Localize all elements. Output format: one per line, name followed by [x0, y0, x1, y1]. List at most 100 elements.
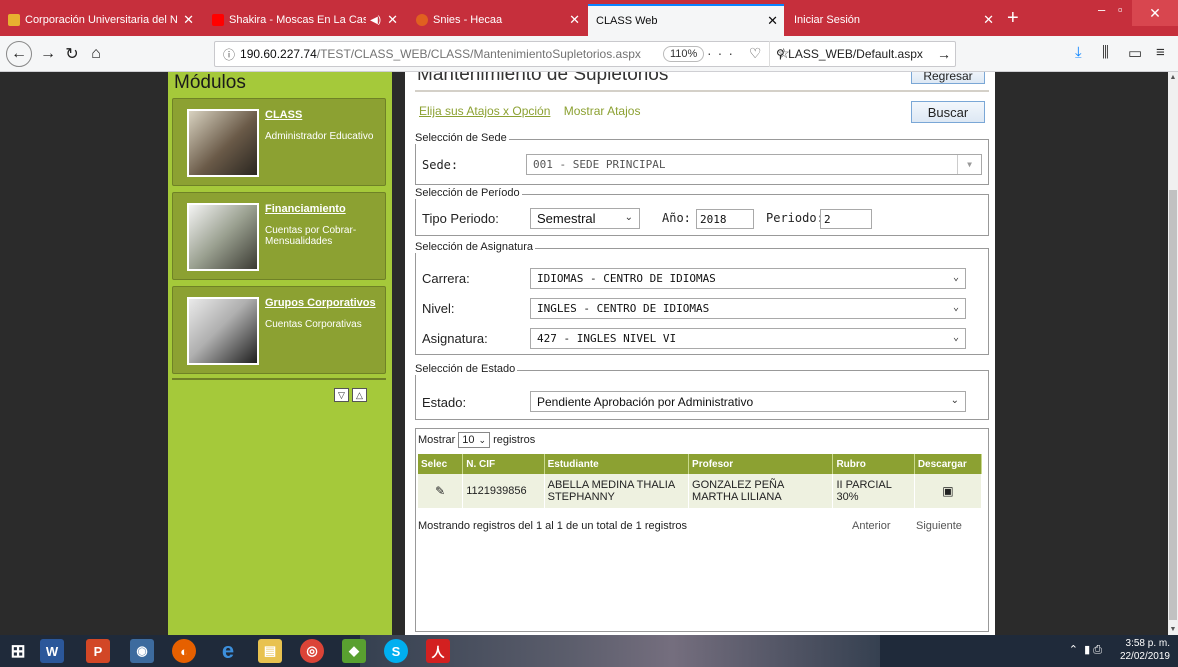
- module-class[interactable]: CLASS Administrador Educativo: [172, 98, 386, 186]
- fieldset-legend: Selección de Estado: [415, 363, 518, 375]
- page-scrollbar[interactable]: ▲ ▼: [1168, 72, 1178, 635]
- anterior-button[interactable]: Anterior: [852, 520, 891, 532]
- word-icon[interactable]: W: [40, 639, 64, 663]
- url-bar[interactable]: ⓘ 190.60.227.74 /TEST/CLASS_WEB/CLASS/Ma…: [214, 41, 956, 67]
- clock[interactable]: 3:58 p. m. 22/02/2019: [1120, 637, 1170, 663]
- chevron-down-icon[interactable]: ▽: [334, 388, 349, 402]
- elija-atajos-link[interactable]: Elija sus Atajos x Opción: [419, 104, 550, 118]
- library-icon[interactable]: ⫼: [1102, 44, 1109, 61]
- scrollbar-thumb[interactable]: [1169, 190, 1177, 620]
- siguiente-button[interactable]: Siguiente: [916, 520, 962, 532]
- menu-icon[interactable]: ≡: [1156, 44, 1165, 61]
- windows-start-icon[interactable]: ⊞: [6, 639, 30, 663]
- chevron-up-icon[interactable]: ▲: [1168, 74, 1178, 81]
- fieldset-legend: Selección de Período: [415, 187, 522, 199]
- asignatura-select[interactable]: 427 - INGLES NIVEL VI ⌄: [530, 328, 966, 349]
- chevron-down-icon: ▼: [957, 155, 981, 174]
- mostrar-atajos-link[interactable]: Mostrar Atajos: [564, 104, 641, 118]
- close-icon[interactable]: ✕: [569, 12, 580, 28]
- module-image: [187, 109, 259, 177]
- column-header[interactable]: Descargar: [914, 454, 983, 474]
- forward-button[interactable]: →: [36, 43, 60, 65]
- tab-corporacion[interactable]: Corporación Universitaria del N ✕: [0, 4, 200, 36]
- close-icon[interactable]: ✕: [183, 12, 194, 28]
- maximize-icon[interactable]: ▫: [1118, 2, 1123, 17]
- info-icon[interactable]: ⓘ: [223, 46, 235, 63]
- tab-label: CLASS Web: [596, 15, 658, 27]
- module-title[interactable]: Financiamiento: [265, 203, 346, 215]
- acrobat-icon[interactable]: 人: [426, 639, 450, 663]
- new-tab-button[interactable]: +: [1007, 6, 1019, 30]
- column-header[interactable]: Rubro: [832, 454, 915, 474]
- database-icon[interactable]: ◉: [130, 639, 154, 663]
- arrow-right-icon[interactable]: →: [937, 46, 951, 62]
- module-grupos-corporativos[interactable]: Grupos Corporativos Cuentas Corporativas: [172, 286, 386, 374]
- back-button[interactable]: ←: [6, 41, 32, 67]
- home-button[interactable]: ⌂: [84, 43, 108, 65]
- chevron-up-icon[interactable]: △: [352, 388, 367, 402]
- nivel-label: Nivel:: [422, 301, 455, 316]
- powerpoint-icon[interactable]: P: [86, 639, 110, 663]
- tab-label: Corporación Universitaria del N: [25, 14, 178, 26]
- estado-select[interactable]: Pendiente Aprobación por Administrativo …: [530, 391, 966, 412]
- speaker-icon[interactable]: ◀): [370, 15, 381, 26]
- column-header[interactable]: N. CIF: [462, 454, 545, 474]
- page-size-select[interactable]: 10 ⌄: [458, 432, 491, 448]
- column-header[interactable]: Selec: [418, 454, 464, 474]
- download-icon[interactable]: ⤓: [1075, 44, 1082, 61]
- firefox-icon[interactable]: ◐: [172, 639, 196, 663]
- close-icon[interactable]: ✕: [767, 13, 778, 29]
- reload-button[interactable]: ↻: [60, 43, 84, 65]
- file-explorer-icon[interactable]: ▤: [258, 639, 282, 663]
- modules-sidebar: Módulos CLASS Administrador Educativo Fi…: [168, 72, 392, 635]
- internet-explorer-icon[interactable]: e: [216, 638, 240, 663]
- window-close-button[interactable]: ✕: [1132, 0, 1178, 26]
- tipo-periodo-value: Semestral: [537, 211, 596, 226]
- pencil-icon[interactable]: ✎: [418, 474, 464, 508]
- close-icon[interactable]: ✕: [387, 12, 398, 28]
- chevron-down-icon[interactable]: ▼: [1168, 626, 1178, 633]
- asignatura-fieldset: Selección de Asignatura Carrera: IDIOMAS…: [415, 241, 989, 355]
- show-prefix: Mostrar: [418, 434, 456, 446]
- tab-class-web[interactable]: CLASS Web ✕: [588, 4, 784, 36]
- tab-iniciar-sesion[interactable]: Iniciar Sesión ✕: [786, 4, 1000, 36]
- regresar-button[interactable]: Regresar: [911, 72, 985, 84]
- divider: [172, 378, 386, 380]
- shortcut-links: Elija sus Atajos x Opción Mostrar Atajos: [419, 104, 650, 118]
- save-icon[interactable]: ▣: [914, 474, 983, 508]
- tab-snies[interactable]: Snies - Hecaa ✕: [408, 4, 586, 36]
- module-title[interactable]: CLASS: [265, 109, 302, 121]
- app-icon[interactable]: ◆: [342, 639, 366, 663]
- column-header[interactable]: Estudiante: [544, 454, 690, 474]
- zoom-indicator[interactable]: 110%: [663, 46, 705, 62]
- url-host: 190.60.227.74: [240, 47, 317, 61]
- anio-input[interactable]: 2018: [696, 209, 754, 229]
- carrera-select[interactable]: IDIOMAS - CENTRO DE IDIOMAS ⌄: [530, 268, 966, 289]
- url-path: /TEST/CLASS_WEB/CLASS/MantenimientoSuple…: [316, 47, 641, 61]
- column-header[interactable]: Profesor: [688, 454, 834, 474]
- skype-icon[interactable]: S: [384, 639, 408, 663]
- estudiante-cell: ABELLA MEDINA THALIA STEPHANNY: [544, 474, 690, 508]
- nivel-select[interactable]: INGLES - CENTRO DE IDIOMAS ⌄: [530, 298, 966, 319]
- tipo-periodo-select[interactable]: Semestral ⌄: [530, 208, 640, 229]
- anio-label: Año:: [662, 211, 691, 225]
- search-field[interactable]: ⚲ LASS_WEB/Default.aspx →: [769, 41, 957, 67]
- module-title[interactable]: Grupos Corporativos: [265, 297, 376, 309]
- buscar-button[interactable]: Buscar: [911, 101, 985, 123]
- tab-shakira[interactable]: Shakira - Moscas En La Casa ◀) ✕: [204, 4, 404, 36]
- sidebar-icon[interactable]: ▭: [1128, 44, 1142, 62]
- page-title: Mantenimiento de Supletorios: [417, 72, 669, 85]
- system-tray-icons[interactable]: ⌃ ▮ ⎙: [1069, 643, 1102, 657]
- records-info: Mostrando registros del 1 al 1 de un tot…: [418, 520, 688, 532]
- fieldset-legend: Selección de Asignatura: [415, 241, 536, 253]
- arrow-left-icon: ←: [11, 45, 27, 62]
- sede-value: 001 - SEDE PRINCIPAL: [533, 158, 666, 171]
- asignatura-label: Asignatura:: [422, 331, 488, 346]
- minimize-icon[interactable]: –: [1098, 2, 1105, 17]
- periodo-input[interactable]: 2: [820, 209, 872, 229]
- chrome-icon[interactable]: ◎: [300, 639, 324, 663]
- close-icon[interactable]: ✕: [983, 12, 994, 28]
- module-financiamiento[interactable]: Financiamiento Cuentas por Cobrar-Mensua…: [172, 192, 386, 280]
- chevron-down-icon: ⌄: [950, 395, 959, 406]
- sede-select[interactable]: 001 - SEDE PRINCIPAL ▼: [526, 154, 982, 175]
